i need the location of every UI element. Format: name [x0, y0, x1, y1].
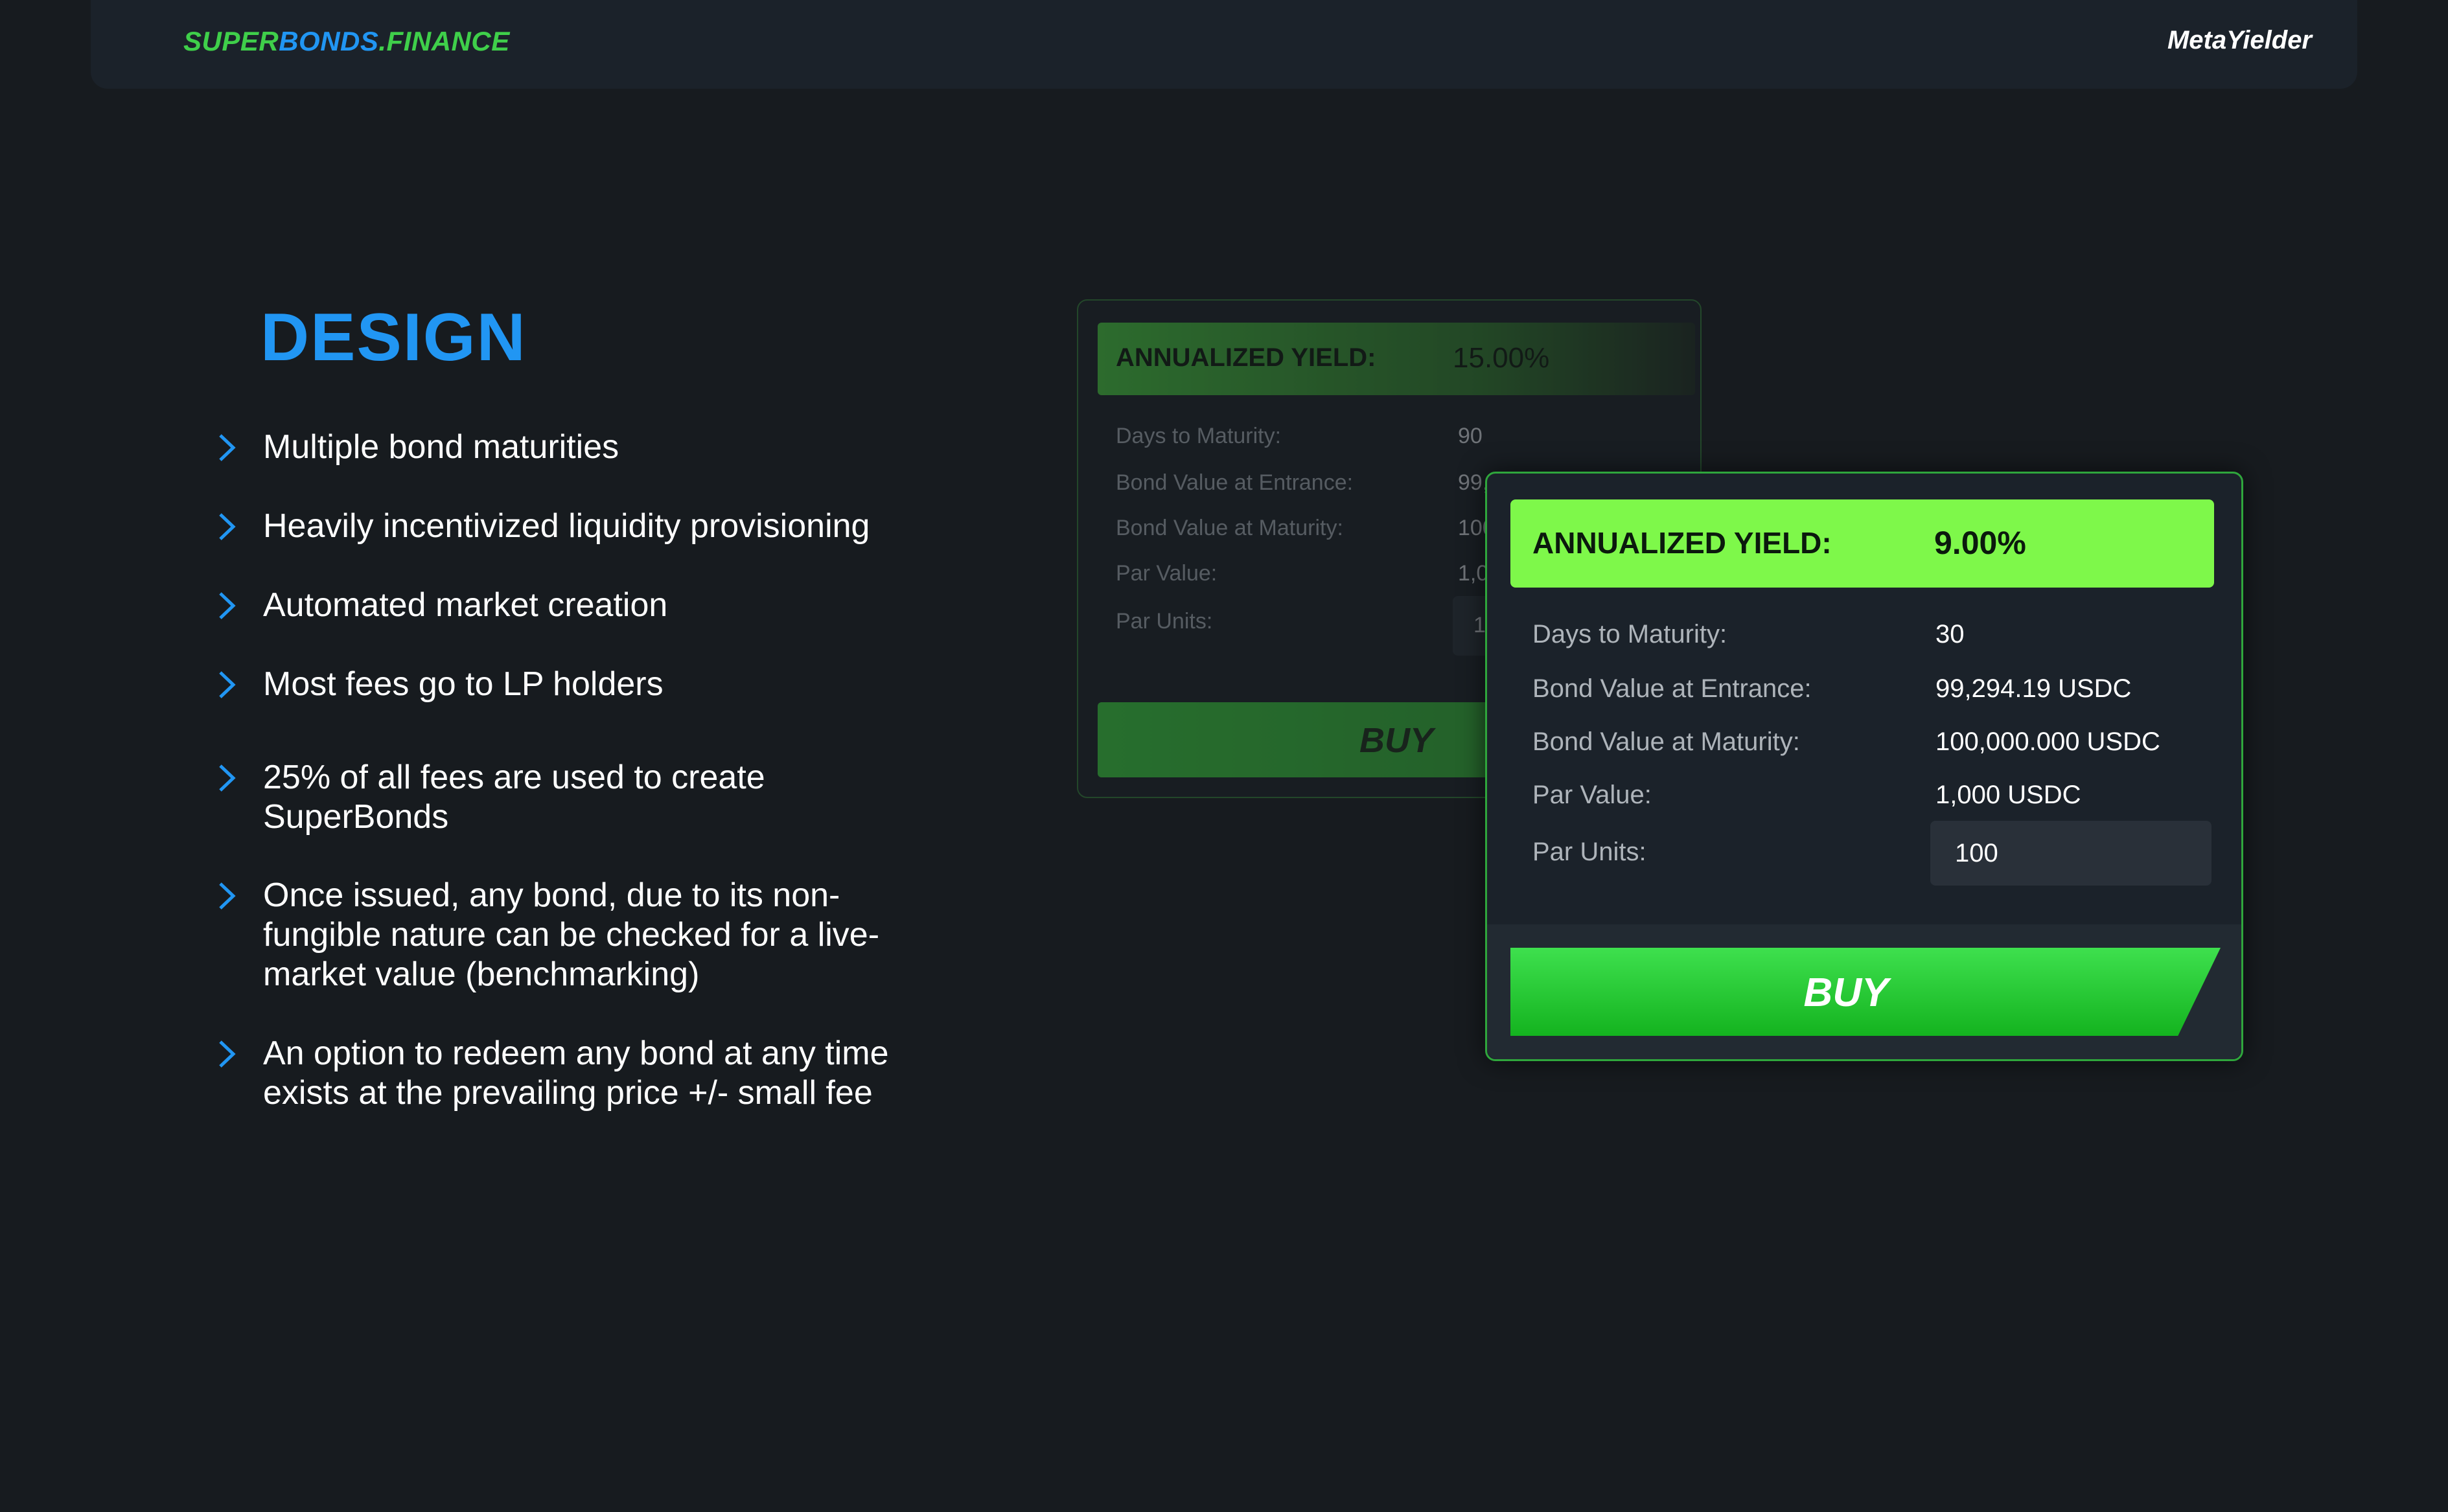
partner-logo[interactable]: MetaYielder — [2167, 26, 2312, 55]
brand-logo[interactable]: SUPERBONDS.FINANCE — [183, 26, 510, 57]
list-item-text: Heavily incentivized liquidity provision… — [263, 507, 870, 545]
par-value-value: 1,0 — [1458, 561, 1489, 586]
brand-super: SUPER — [183, 26, 279, 56]
bond-value-maturity-value: 100,000.000 USDC — [1935, 727, 2160, 756]
brand-bonds: BONDS — [279, 26, 379, 56]
chevron-right-icon — [219, 671, 236, 698]
par-units-label: Par Units: — [1532, 838, 1646, 866]
par-units-input[interactable]: 100 — [1930, 821, 2211, 886]
list-item-text: Automated market creation — [263, 586, 668, 624]
chevron-right-icon — [219, 513, 236, 540]
par-value-label: Par Value: — [1532, 781, 1652, 809]
yield-banner: ANNUALIZED YIELD: 15.00% — [1098, 323, 1695, 395]
list-item-text: An option to redeem any bond at any time… — [263, 1035, 889, 1112]
yield-value: 15.00% — [1453, 342, 1550, 374]
list-item-text: Most fees go to LP holders — [263, 665, 664, 703]
days-to-maturity-value: 90 — [1458, 424, 1483, 448]
days-to-maturity-label: Days to Maturity: — [1532, 620, 1727, 648]
bond-value-maturity-label: Bond Value at Maturity: — [1116, 516, 1343, 540]
list-item-text: 25% of all fees are used to create Super… — [263, 759, 765, 836]
chevron-right-icon — [219, 882, 236, 910]
chevron-right-icon — [219, 764, 236, 792]
list-item-text: Multiple bond maturities — [263, 428, 619, 466]
par-units-value: 100 — [1955, 839, 1998, 867]
buy-button-label: BUY — [1803, 970, 1889, 1015]
bond-value-maturity-label: Bond Value at Maturity: — [1532, 727, 1800, 756]
yield-label: ANNUALIZED YIELD: — [1532, 526, 1832, 560]
bond-card-30-day: ANNUALIZED YIELD: 9.00% Days to Maturity… — [1485, 472, 2243, 1061]
yield-value: 9.00% — [1934, 525, 2026, 561]
chevron-right-icon — [219, 434, 236, 461]
par-units-value: 1 — [1473, 613, 1486, 637]
yield-label: ANNUALIZED YIELD: — [1116, 343, 1376, 372]
par-value-label: Par Value: — [1116, 561, 1218, 586]
buy-button[interactable]: BUY — [1510, 948, 2221, 1036]
list-item-text: Once issued, any bond, due to its non-fu… — [263, 876, 880, 993]
bond-value-entrance-value: 99, — [1458, 470, 1489, 495]
days-to-maturity-value: 30 — [1935, 620, 1965, 648]
bond-value-entrance-label: Bond Value at Entrance: — [1116, 470, 1354, 495]
par-value-value: 1,000 USDC — [1935, 781, 2081, 809]
slide-heading: DESIGN — [260, 300, 527, 375]
brand-finance: .FINANCE — [378, 26, 510, 56]
yield-banner: ANNUALIZED YIELD: 9.00% — [1510, 499, 2214, 588]
top-bar: SUPERBONDS.FINANCE MetaYielder — [91, 0, 2357, 89]
chevron-right-icon — [219, 1040, 236, 1068]
bond-value-entrance-label: Bond Value at Entrance: — [1532, 674, 1812, 703]
days-to-maturity-label: Days to Maturity: — [1116, 424, 1282, 448]
bond-value-entrance-value: 99,294.19 USDC — [1935, 674, 2132, 703]
par-units-label: Par Units: — [1116, 609, 1213, 634]
chevron-right-icon — [219, 592, 236, 619]
